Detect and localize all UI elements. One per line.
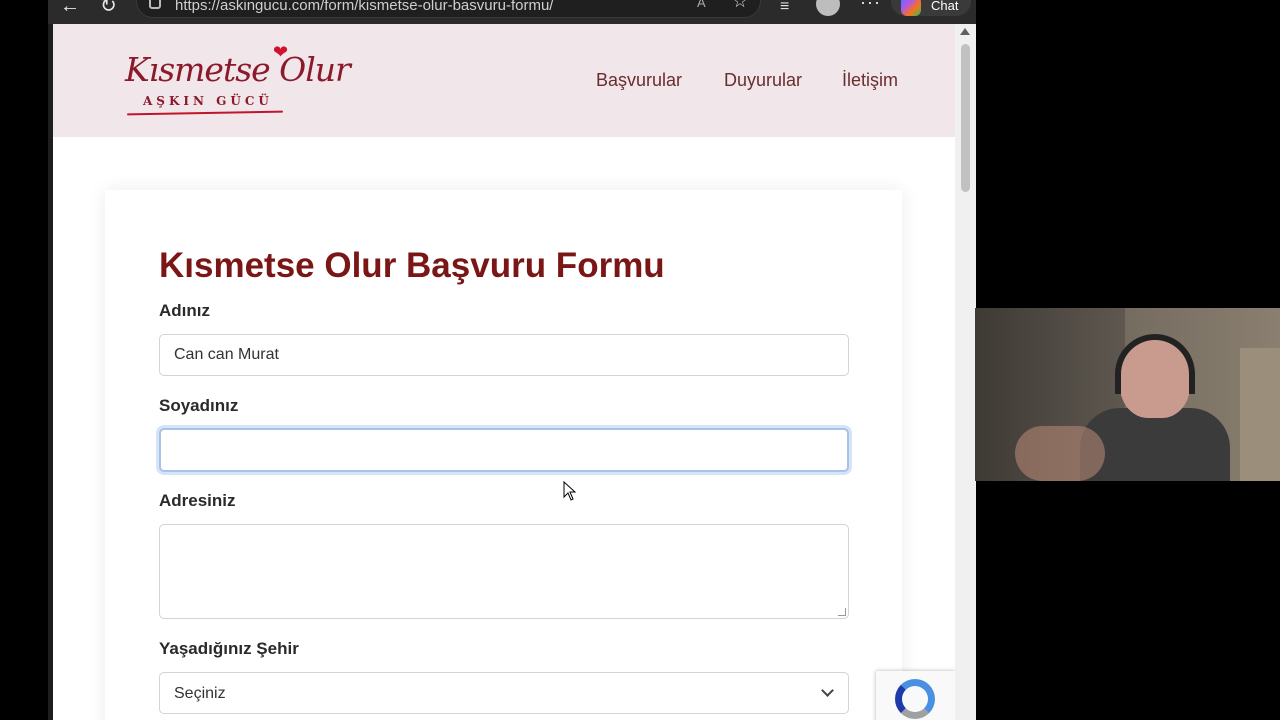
resize-grip-icon[interactable] (838, 608, 846, 616)
site-logo[interactable]: Kısmetse Olur ❤ AŞKIN GÜCÜ (125, 42, 351, 122)
webcam-person-hand (1015, 426, 1105, 481)
nav-basvurular[interactable]: Başvurular (596, 70, 682, 91)
first-name-input[interactable] (159, 334, 849, 376)
screen: ← ↻ https://askingucu.com/form/kismetse-… (0, 0, 1280, 720)
logo-underline (126, 110, 284, 116)
last-name-input[interactable] (159, 428, 849, 472)
reload-icon[interactable]: ↻ (100, 0, 117, 16)
page-scrollbar[interactable] (955, 24, 976, 720)
read-aloud-icon[interactable]: A͡ (697, 0, 706, 10)
chat-label: Chat (931, 0, 959, 13)
back-icon[interactable]: ← (60, 0, 80, 16)
copilot-icon (901, 0, 921, 16)
site-header: Kısmetse Olur ❤ AŞKIN GÜCÜ Başvurular Du… (53, 24, 955, 137)
nav-iletisim[interactable]: İletişim (842, 70, 898, 91)
chevron-down-icon (821, 684, 834, 697)
profile-icon[interactable] (816, 0, 840, 16)
favorite-star-icon[interactable]: ☆ (732, 0, 748, 12)
url-text[interactable]: https://askingucu.com/form/kismetse-olur… (175, 0, 553, 14)
logo-subtitle: AŞKIN GÜCÜ (143, 94, 273, 108)
webcam-background-door (1240, 348, 1280, 481)
extensions-icon[interactable]: ≡ (780, 0, 789, 16)
city-selected-value: Seçiniz (174, 685, 226, 702)
city-select[interactable]: Seçiniz (159, 672, 849, 714)
scrollbar-thumb[interactable] (961, 44, 970, 192)
scroll-up-arrow-icon[interactable] (960, 28, 970, 35)
nav-duyurular[interactable]: Duyurular (724, 70, 802, 91)
first-name-label: Adınız (159, 301, 210, 320)
recaptcha-icon (895, 679, 935, 719)
address-bar[interactable]: https://askingucu.com/form/kismetse-olur… (136, 0, 761, 18)
chat-button[interactable]: Chat (891, 0, 971, 16)
more-icon[interactable]: ··· (860, 0, 881, 13)
city-label: Yaşadığınız Şehir (159, 639, 299, 658)
address-label: Adresiniz (159, 491, 236, 510)
heart-icon: ❤ (273, 42, 289, 62)
logo-script-text: Kısmetse Olur (125, 50, 351, 89)
recaptcha-badge[interactable] (876, 671, 955, 720)
last-name-label: Soyadınız (159, 396, 239, 415)
browser-toolbar: ← ↻ https://askingucu.com/form/kismetse-… (48, 0, 976, 24)
lock-icon[interactable] (149, 0, 161, 9)
application-form-card: Kısmetse Olur Başvuru Formu Adınız Soyad… (105, 190, 902, 720)
form-title: Kısmetse Olur Başvuru Formu (159, 246, 665, 285)
address-textarea[interactable] (159, 524, 849, 619)
webcam-overlay (975, 308, 1280, 481)
page-viewport: Kısmetse Olur ❤ AŞKIN GÜCÜ Başvurular Du… (53, 24, 955, 720)
